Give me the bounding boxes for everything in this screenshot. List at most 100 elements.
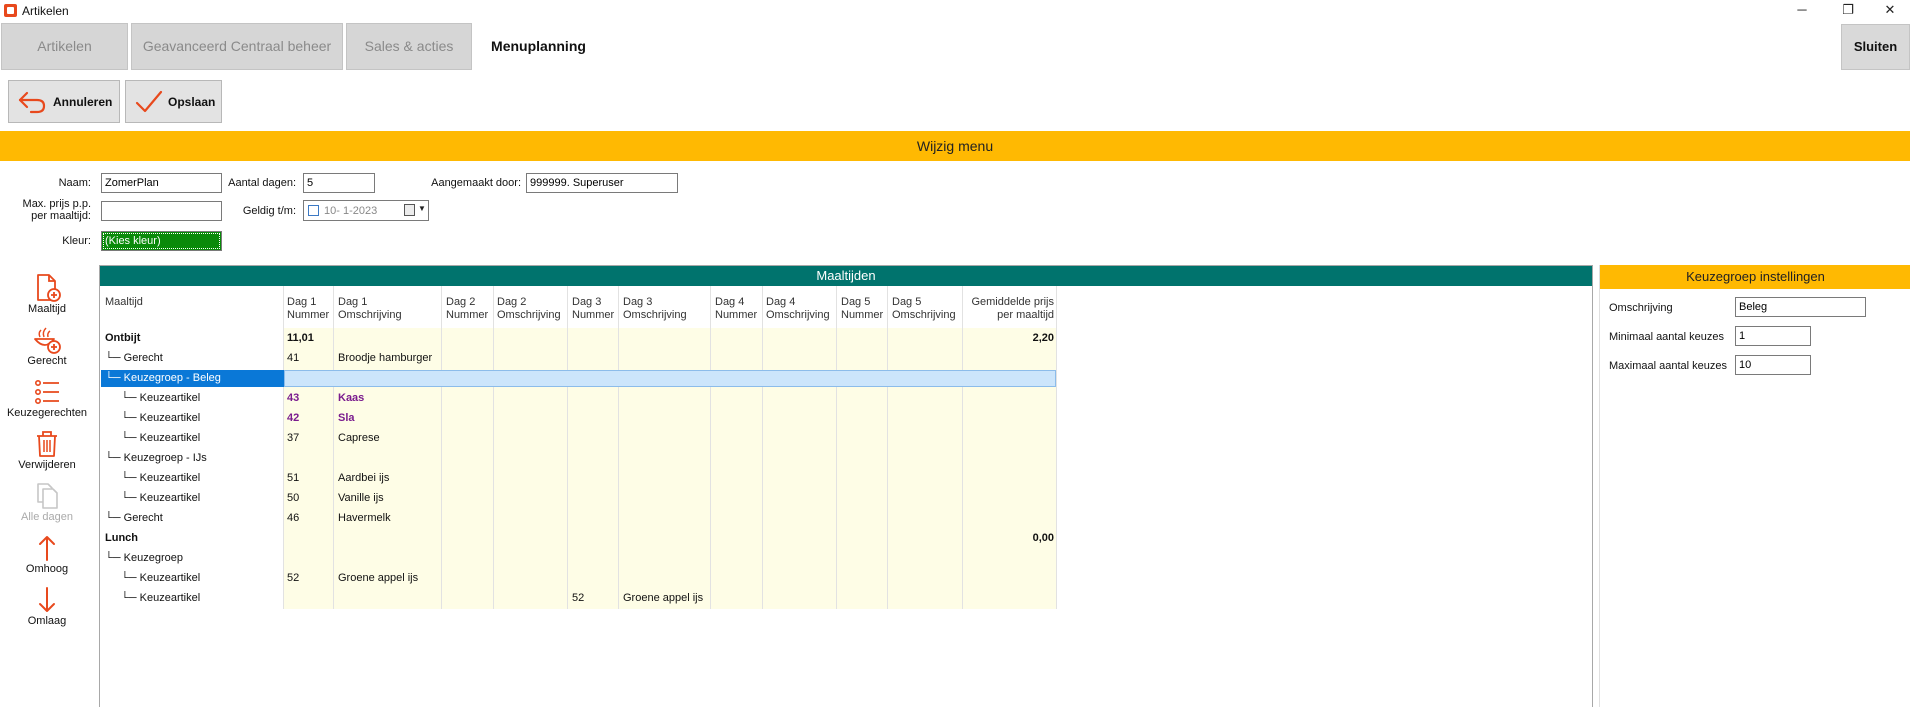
header-dag1-omschrijving: Dag 1 Omschrijving [338,296,402,322]
header-line: Omschrijving [766,309,830,321]
maaltijden-title: Maaltijden [100,266,1592,286]
sluiten-button[interactable]: Sluiten [1841,24,1910,70]
header-dag2-omschrijving: Dag 2 Omschrijving [497,296,561,322]
days-input[interactable] [303,173,375,193]
row-gerecht-d1n: 46 [287,512,300,524]
tab-sales-acties[interactable]: Sales & acties [346,23,472,70]
min-choices-label: Minimaal aantal keuzes [1609,331,1724,343]
row-keuzeartikel-d1n: 37 [287,432,300,444]
header-line: per maaltijd [997,309,1054,321]
trash-icon [37,431,57,457]
row-keuzeartikel-name[interactable]: └─ Keuzeartikel [121,490,200,506]
header-gemiddelde-prijs: Gemiddelde prijs per maaltijd [964,296,1054,322]
header-line: Omschrijving [892,309,956,321]
description-input[interactable] [1735,297,1866,317]
header-line: Omschrijving [497,309,561,321]
header-line: Dag 2 [446,296,476,308]
name-label: Naam: [58,177,91,189]
header-line: Dag 1 [338,296,368,308]
restore-button[interactable]: ❐ [1828,0,1868,22]
max-price-input[interactable] [101,201,222,221]
days-label: Aantal dagen: [228,177,296,189]
all-days-label: Alle dagen [21,511,73,523]
tab-artikelen[interactable]: Artikelen [1,23,128,70]
header-line: Omschrijving [623,309,687,321]
row-gerecht-name[interactable]: └─ Gerecht [105,510,163,526]
row-keuzeartikel-d1n: 50 [287,492,300,504]
header-line: Dag 5 [841,296,871,308]
header-dag5-nummer: Dag 5 Nummer [841,296,883,322]
row-keuzeartikel-name[interactable]: └─ Keuzeartikel [121,470,200,486]
valid-until-datepicker[interactable]: 10- 1-2023 ▼ [303,200,429,221]
color-picker-button[interactable]: (Kies kleur) [101,231,222,251]
settings-title: Keuzegroep instellingen [1600,265,1910,289]
header-line: Dag 4 [715,296,745,308]
dropdown-arrow-icon[interactable]: ▼ [418,204,426,213]
move-down-button[interactable]: Omlaag [0,585,94,627]
row-gerecht-d1o: Havermelk [338,512,391,524]
row-keuzeartikel-d1o: Vanille ijs [338,492,384,504]
row-ontbijt-price: 2,20 [1032,332,1054,344]
tab-menuplanning[interactable]: Menuplanning [476,23,601,70]
min-choices-input[interactable] [1735,326,1811,346]
header-maaltijd-text: Maaltijd [105,296,143,308]
row-keuzeartikel-name[interactable]: └─ Keuzeartikel [121,430,200,446]
calendar-icon[interactable] [404,204,415,216]
tab-geavanceerd-centraal-beheer[interactable]: Geavanceerd Centraal beheer [131,23,343,70]
row-gerecht-name[interactable]: └─ Gerecht [105,350,163,366]
cancel-button[interactable]: Annuleren [8,80,120,123]
close-window-button[interactable]: ✕ [1870,0,1910,22]
valid-until-checkbox[interactable] [308,205,319,216]
row-keuzeartikel-d1n: 52 [287,572,300,584]
created-by-input [526,173,678,193]
header-dag3-nummer: Dag 3 Nummer [572,296,614,322]
delete-button[interactable]: Verwijderen [0,429,94,471]
header-line: Dag 3 [623,296,653,308]
max-price-label-line2: per maaltijd: [31,210,91,222]
move-up-button[interactable]: Omhoog [0,533,94,575]
row-keuzegroep-beleg-name[interactable]: └─ Keuzegroep - Beleg [105,370,221,386]
header-dag1-nummer: Dag 1 Nummer [287,296,329,322]
keuzegerechten-button[interactable]: Keuzegerechten [0,377,94,419]
row-gerecht-d1o: Broodje hamburger [338,352,433,364]
row-keuzegroep-ijs-name[interactable]: └─ Keuzegroep - IJs [105,450,207,466]
arrow-up-icon [39,536,55,561]
app-icon [4,4,17,17]
max-choices-input[interactable] [1735,355,1811,375]
name-input[interactable] [101,173,222,193]
row-keuzeartikel-name[interactable]: └─ Keuzeartikel [121,390,200,406]
row-gerecht-d1n: 41 [287,352,300,364]
header-line: Dag 1 [287,296,317,308]
add-gerecht-button[interactable]: Gerecht [0,325,94,367]
row-lunch-price: 0,00 [1032,532,1054,544]
row-keuzegroep-name[interactable]: └─ Keuzegroep [105,550,183,566]
row-keuzeartikel-d1o: Caprese [338,432,380,444]
row-keuzeartikel-name[interactable]: └─ Keuzeartikel [121,570,200,586]
move-down-label: Omlaag [27,615,67,627]
row-ontbijt-d1n: 11,01 [287,332,314,344]
header-dag3-omschrijving: Dag 3 Omschrijving [623,296,687,322]
row-ontbijt-name[interactable]: Ontbijt [105,330,140,346]
all-days-button[interactable]: Alle dagen [0,481,94,523]
add-maaltijd-button[interactable]: Maaltijd [0,273,94,315]
row-keuzeartikel-name[interactable]: └─ Keuzeartikel [121,410,200,426]
header-line: Nummer [446,309,489,321]
header-dag5-omschrijving: Dag 5 Omschrijving [892,296,956,322]
header-line: Nummer [572,309,615,321]
save-label: Opslaan [168,95,216,109]
row-keuzeartikel-d1o: Groene appel ijs [338,572,419,584]
minimize-button[interactable]: ─ [1782,0,1822,22]
header-line: Dag 2 [497,296,527,308]
color-label: Kleur: [62,235,91,247]
row-keuzeartikel-d1n: 51 [287,472,300,484]
header-dag2-nummer: Dag 2 Nummer [446,296,488,322]
valid-until-label: Geldig t/m: [242,205,296,217]
row-keuzeartikel-d1n: 43 [287,392,300,404]
row-keuzeartikel-name[interactable]: └─ Keuzeartikel [121,590,200,606]
save-button[interactable]: Opslaan [125,80,222,123]
header-dag4-nummer: Dag 4 Nummer [715,296,757,322]
keuzegerechten-label: Keuzegerechten [6,407,88,419]
row-keuzeartikel-d3o: Groene appel ijs [623,592,704,604]
row-lunch-name[interactable]: Lunch [105,530,138,546]
header-line: Omschrijving [338,309,402,321]
